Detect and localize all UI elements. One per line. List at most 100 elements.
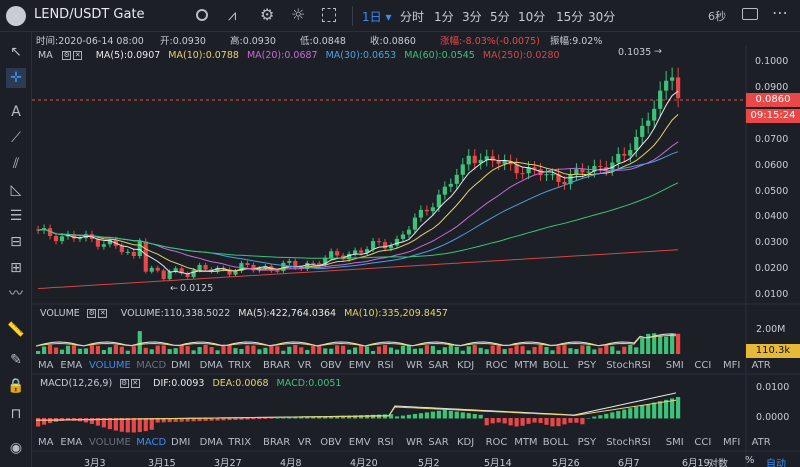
info-low: 低:0.0848	[300, 36, 346, 47]
indicator-tab-smi[interactable]: SMI	[666, 437, 684, 448]
indicator-tab-mtm[interactable]: MTM	[514, 437, 537, 448]
indicator-tab-cci[interactable]: CCI	[694, 360, 711, 371]
cursor-arrow-icon[interactable]: ↖	[6, 42, 26, 62]
indicators-icon[interactable]: ⩘	[228, 6, 236, 24]
volume-settings-icon[interactable]: ⚙	[87, 308, 97, 318]
indicator-tab-dmi[interactable]: DMI	[171, 360, 190, 371]
indicator-tab-brar[interactable]: BRAR	[263, 437, 290, 448]
indicator-tab-stochrsi[interactable]: StochRSI	[606, 360, 650, 371]
indicator-tab-mtm[interactable]: MTM	[514, 360, 537, 371]
indicator-tab-trix[interactable]: TRIX	[228, 360, 251, 371]
indicator-tab-roc[interactable]: ROC	[486, 437, 508, 448]
indicator-tab-macd[interactable]: MACD	[136, 360, 166, 371]
settings-gear-icon[interactable]: ⚙	[260, 5, 274, 24]
timeframe-0[interactable]: 1日 ▾	[362, 8, 391, 25]
indicator-tab-stochrsi[interactable]: StochRSI	[606, 437, 650, 448]
indicator-tab-obv[interactable]: OBV	[320, 360, 341, 371]
timeframe-5[interactable]: 10分	[518, 8, 545, 25]
timeframe-6[interactable]: 15分	[556, 8, 583, 25]
wave-icon[interactable]: 〰	[6, 284, 26, 304]
brush-icon[interactable]: ✎	[6, 350, 26, 370]
volume-close-icon[interactable]: ✕	[98, 308, 108, 318]
price-chart-area[interactable]	[32, 46, 800, 467]
indicator-tab-ema[interactable]: EMA	[60, 437, 82, 448]
indicator-tab-emv[interactable]: EMV	[349, 360, 371, 371]
indicator-tab-roc[interactable]: ROC	[486, 360, 508, 371]
macd-close-icon[interactable]: ✕	[130, 378, 140, 388]
indicator-tab-rsi[interactable]: RSI	[377, 360, 393, 371]
text-tool-icon[interactable]: A	[6, 102, 26, 122]
indicator-tab-psy[interactable]: PSY	[578, 360, 597, 371]
fullscreen-icon[interactable]	[322, 8, 336, 22]
indicator-tab-dma[interactable]: DMA	[200, 437, 223, 448]
candle-body	[676, 77, 681, 99]
indicator-tab-mfi[interactable]: MFI	[723, 360, 740, 371]
indicator-tab-cci[interactable]: CCI	[694, 437, 711, 448]
indicator-tab-ma[interactable]: MA	[38, 437, 53, 448]
indicator-tab-mfi[interactable]: MFI	[723, 437, 740, 448]
indicator-tab-volume[interactable]: VOLUME	[89, 437, 131, 448]
indicator-tab-wr[interactable]: WR	[406, 360, 423, 371]
indicator-tab-ema[interactable]: EMA	[60, 360, 82, 371]
parallel-lines-icon[interactable]: ⫽	[6, 154, 26, 174]
indicator-tab-boll[interactable]: BOLL	[543, 437, 569, 448]
macd-settings-icon[interactable]: ⚙	[119, 378, 129, 388]
candle-body	[598, 165, 603, 168]
indicator-tab-macd[interactable]: MACD	[136, 437, 166, 448]
indicator-tab-trix[interactable]: TRIX	[228, 437, 251, 448]
timeframe-3[interactable]: 3分	[462, 8, 482, 25]
indicator-tab-atr[interactable]: ATR	[752, 360, 771, 371]
crosshair-icon[interactable]: ✛	[6, 68, 26, 88]
theme-sun-icon[interactable]: ☼	[291, 5, 305, 24]
indicator-tab-sar[interactable]: SAR	[428, 437, 448, 448]
eye-icon[interactable]: ◉	[6, 438, 26, 458]
volume-current-tag: 110.3k	[746, 344, 800, 358]
magnet-icon[interactable]: ⊓	[6, 404, 26, 424]
trend-line-icon[interactable]: ⟋	[6, 128, 26, 148]
timeframe-4[interactable]: 5分	[490, 8, 510, 25]
indicator-close-icon[interactable]: ✕	[73, 50, 83, 60]
auto-toggle[interactable]: 自动	[766, 455, 786, 467]
indicator-tab-dmi[interactable]: DMI	[171, 437, 190, 448]
indicator-tab-volume[interactable]: VOLUME	[89, 360, 131, 371]
indicator-tab-sar[interactable]: SAR	[428, 360, 448, 371]
indicator-tab-wr[interactable]: WR	[406, 437, 423, 448]
indicator-tab-emv[interactable]: EMV	[349, 437, 371, 448]
timeframe-1[interactable]: 分时	[400, 8, 424, 25]
indicator-tab-rsi[interactable]: RSI	[377, 437, 393, 448]
indicator-tab-vr[interactable]: VR	[298, 437, 312, 448]
macd-histogram-bar	[269, 418, 274, 419]
camera-icon[interactable]	[742, 8, 758, 20]
indicator-tab-vr[interactable]: VR	[298, 360, 312, 371]
lock-icon[interactable]: 🔒	[6, 376, 26, 396]
x-axis-label: 4月8	[280, 458, 302, 467]
percent-toggle[interactable]: %	[745, 455, 755, 466]
fibonacci-icon[interactable]: ☰	[6, 206, 26, 226]
indicator-tab-boll[interactable]: BOLL	[543, 360, 569, 371]
indicator-tab-obv[interactable]: OBV	[320, 437, 341, 448]
search-icon[interactable]	[196, 9, 208, 21]
candle-body	[149, 267, 154, 272]
symbol-title[interactable]: LEND/USDT Gate	[34, 7, 145, 22]
macd-histogram-bar	[400, 415, 406, 419]
volume-bar	[185, 346, 190, 354]
indicator-settings-icon[interactable]: ⚙	[62, 50, 72, 60]
triangle-icon[interactable]: ◺	[6, 180, 26, 200]
channel-icon[interactable]: ⊟	[6, 232, 26, 252]
log-toggle[interactable]: 对数	[708, 455, 728, 467]
indicator-tab-kdj[interactable]: KDJ	[457, 437, 474, 448]
macd-histogram-bar	[580, 418, 585, 425]
indicator-tab-dma[interactable]: DMA	[200, 360, 223, 371]
indicator-tab-smi[interactable]: SMI	[666, 360, 684, 371]
indicator-tab-kdj[interactable]: KDJ	[457, 360, 474, 371]
indicator-tab-psy[interactable]: PSY	[578, 437, 597, 448]
timeframe-7[interactable]: 30分	[588, 8, 615, 25]
info-time: 时间:2020-06-14 08:00	[36, 36, 144, 47]
indicator-tab-atr[interactable]: ATR	[752, 437, 771, 448]
more-menu-icon[interactable]: ⋯	[772, 3, 788, 22]
timeframe-2[interactable]: 1分	[434, 8, 454, 25]
ruler-icon[interactable]: 📏	[6, 320, 26, 340]
grid-icon[interactable]: ⊞	[6, 258, 26, 278]
indicator-tab-ma[interactable]: MA	[38, 360, 53, 371]
indicator-tab-brar[interactable]: BRAR	[263, 360, 290, 371]
